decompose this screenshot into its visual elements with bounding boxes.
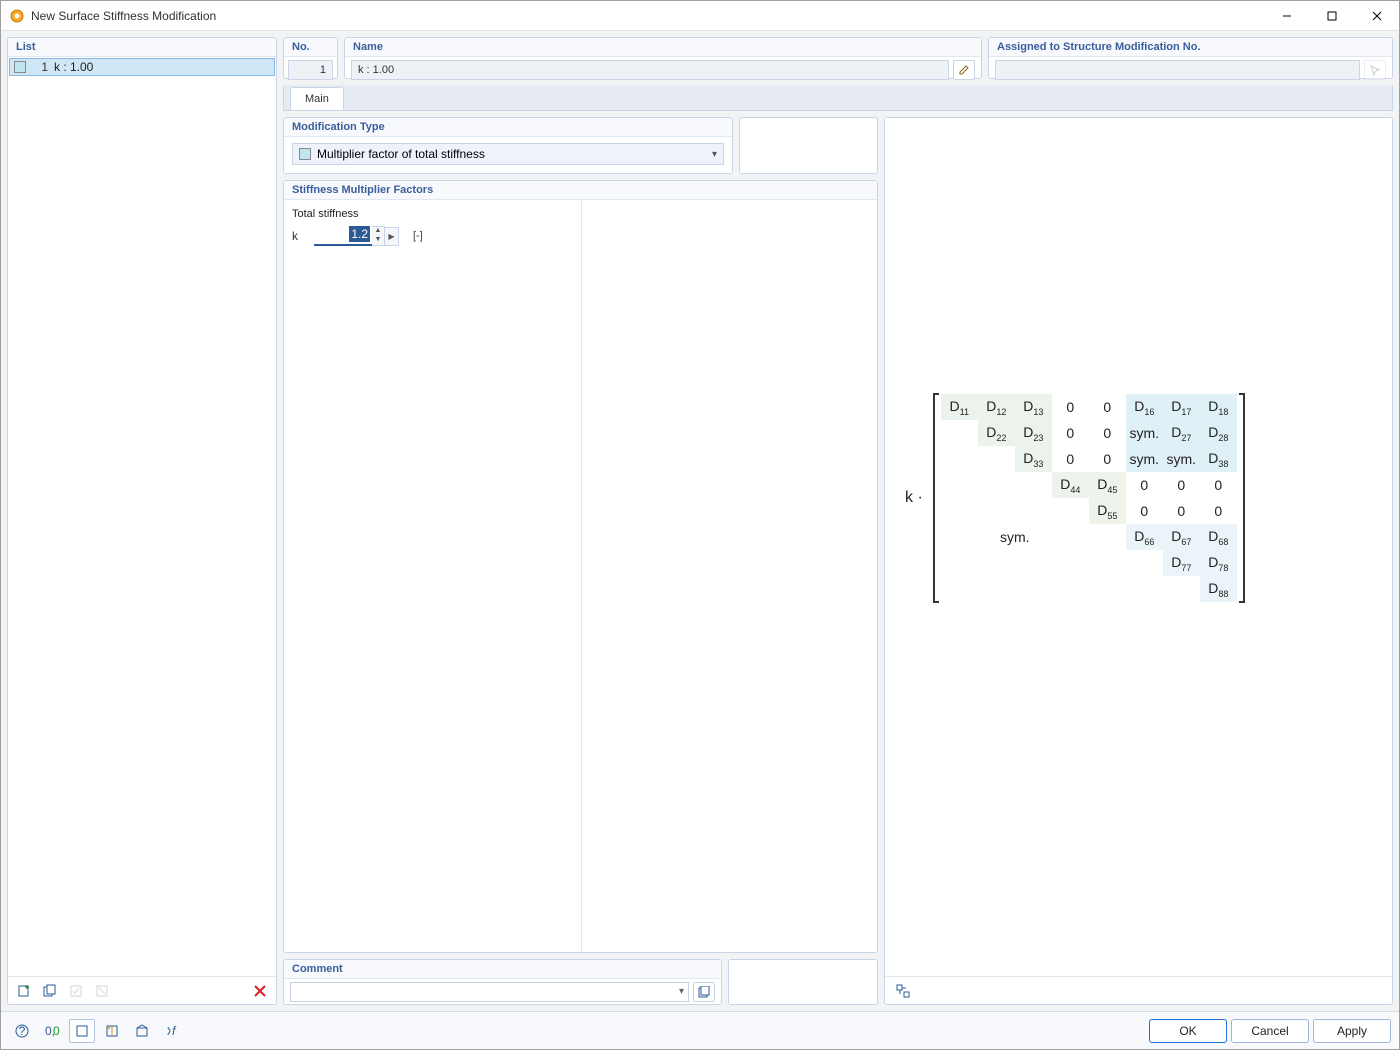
comment-side-blank: [728, 959, 878, 1005]
name-panel: Name: [344, 37, 982, 79]
script-icon[interactable]: f: [159, 1019, 185, 1043]
k-spinner[interactable]: ▲▼: [372, 226, 385, 246]
modification-type-label: Modification Type: [284, 118, 732, 137]
modification-type-value: Multiplier factor of total stiffness: [317, 147, 485, 161]
k-symbol: k: [292, 229, 306, 243]
svg-text:?: ?: [19, 1024, 26, 1038]
color-swatch: [14, 61, 26, 73]
name-input[interactable]: [351, 60, 949, 80]
assigned-panel: Assigned to Structure Modification No.: [988, 37, 1393, 79]
modification-type-combo[interactable]: Multiplier factor of total stiffness ▾: [292, 143, 724, 165]
view-mode-3-icon[interactable]: [129, 1019, 155, 1043]
preview-body: k · D11D12D13 00 D16D17D18 D22D23: [885, 118, 1392, 976]
window-title: New Surface Stiffness Modification: [31, 9, 1264, 23]
bracket-right-icon: [1239, 393, 1245, 603]
minimize-button[interactable]: [1264, 1, 1309, 30]
matrix-table: D11D12D13 00 D16D17D18 D22D23 00 sym.D27…: [941, 394, 1237, 602]
units-icon[interactable]: 0,00: [39, 1019, 65, 1043]
k-menu-icon[interactable]: ▶: [385, 227, 399, 246]
k-input-wrap: 1.2 ▲▼ ▶: [314, 226, 399, 246]
pick-assigned-icon: [1364, 60, 1386, 80]
preview-panel: k · D11D12D13 00 D16D17D18 D22D23: [884, 117, 1393, 1005]
spin-up-icon: ▲: [372, 227, 384, 236]
stiffness-factors-panel: Stiffness Multiplier Factors Total stiff…: [283, 180, 878, 953]
list-toolbar: [8, 976, 276, 1004]
copy-icon[interactable]: [38, 980, 62, 1002]
assigned-input[interactable]: [995, 60, 1360, 80]
dialog-window: New Surface Stiffness Modification List …: [0, 0, 1400, 1050]
assigned-label: Assigned to Structure Modification No.: [989, 38, 1392, 57]
k-input[interactable]: 1.2: [314, 227, 372, 246]
stiffness-factors-label: Stiffness Multiplier Factors: [284, 181, 877, 200]
comment-library-icon[interactable]: [693, 982, 715, 1002]
spin-down-icon: ▼: [372, 236, 384, 245]
delete-icon[interactable]: [248, 980, 272, 1002]
no-label: No.: [284, 38, 337, 57]
right-column: No. Name Assigned to Structure Modificat…: [283, 37, 1393, 1005]
matrix-prefix: k ·: [905, 489, 923, 507]
k-unit: [-]: [413, 230, 423, 242]
app-icon: [9, 8, 25, 24]
color-swatch: [299, 148, 311, 160]
total-stiffness-label: Total stiffness: [292, 208, 573, 220]
list-item-label: k : 1.00: [48, 60, 93, 74]
edit-name-icon[interactable]: [953, 60, 975, 80]
dialog-footer: ? 0,00 f OK Cancel Apply: [1, 1011, 1399, 1049]
stiffness-matrix: k · D11D12D13 00 D16D17D18 D22D23: [905, 393, 1245, 603]
preview-toolbar: [885, 976, 1392, 1004]
svg-text:f: f: [172, 1024, 177, 1038]
tab-bar: Main: [283, 85, 1393, 111]
list-header: List: [8, 38, 276, 57]
view-mode-1-icon[interactable]: [69, 1019, 95, 1043]
list-item[interactable]: 1 k : 1.00: [9, 58, 275, 76]
name-label: Name: [345, 38, 981, 57]
bracket-left-icon: [933, 393, 939, 603]
help-icon[interactable]: ?: [9, 1019, 35, 1043]
view-mode-2-icon[interactable]: [99, 1019, 125, 1043]
close-button[interactable]: [1354, 1, 1399, 30]
chevron-down-icon: ▾: [712, 149, 717, 160]
no-panel: No.: [283, 37, 338, 79]
apply-button[interactable]: Apply: [1313, 1019, 1391, 1043]
cancel-button[interactable]: Cancel: [1231, 1019, 1309, 1043]
titlebar: New Surface Stiffness Modification: [1, 1, 1399, 31]
svg-text:00: 00: [53, 1024, 60, 1038]
comment-combo[interactable]: ▾: [290, 982, 689, 1002]
preview-settings-icon[interactable]: [891, 980, 915, 1002]
list-panel: List 1 k : 1.00: [7, 37, 277, 1005]
no-input[interactable]: [288, 60, 333, 80]
new-icon[interactable]: [12, 980, 36, 1002]
maximize-button[interactable]: [1309, 1, 1354, 30]
side-blank-panel: [739, 117, 878, 174]
comment-label: Comment: [284, 960, 721, 979]
ok-button[interactable]: OK: [1149, 1019, 1227, 1043]
modification-type-panel: Modification Type Multiplier factor of t…: [283, 117, 733, 174]
comment-panel: Comment ▾: [283, 959, 722, 1005]
list-body[interactable]: 1 k : 1.00: [8, 57, 276, 976]
chevron-down-icon: ▾: [679, 986, 684, 997]
list-item-index: 1: [30, 60, 48, 74]
tab-main[interactable]: Main: [290, 87, 344, 110]
stiffness-right-blank: [582, 200, 877, 952]
include-icon: [64, 980, 88, 1002]
exclude-icon: [90, 980, 114, 1002]
